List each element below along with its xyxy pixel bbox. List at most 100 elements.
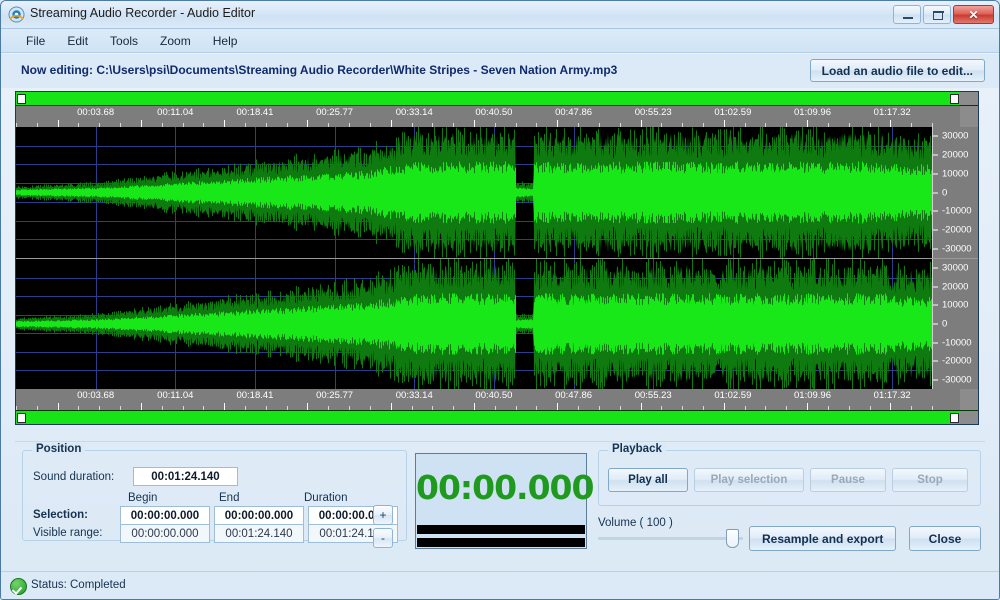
amplitude-tick-label: -30000: [942, 243, 972, 255]
sound-duration-label: Sound duration:: [33, 471, 115, 483]
menu-bar: File Edit Tools Zoom Help: [1, 29, 999, 53]
load-audio-file-button[interactable]: Load an audio file to edit...: [809, 59, 985, 82]
scrollbar-track-bottom[interactable]: [16, 411, 960, 424]
ruler-time-label: 01:02.59: [714, 107, 752, 118]
selection-end-field[interactable]: 00:00:00.000: [214, 506, 304, 525]
status-bar: Status: Completed: [1, 571, 999, 599]
column-header-duration: Duration: [304, 492, 348, 504]
maximize-button[interactable]: [923, 5, 951, 24]
ruler-time-label: 00:25.77: [316, 390, 354, 401]
ruler-major-tick: [557, 403, 559, 410]
ruler-time-label: 00:11.04: [157, 107, 194, 118]
amplitude-tick: [933, 323, 938, 325]
panel-divider: [15, 441, 985, 442]
close-button[interactable]: ✕: [953, 5, 994, 24]
menu-item-help[interactable]: Help: [202, 32, 249, 50]
stop-button[interactable]: Stop: [892, 468, 968, 492]
window-title: Streaming Audio Recorder - Audio Editor: [30, 6, 256, 20]
ruler-time-label: 00:55.23: [634, 107, 672, 118]
scrollbar-endpad-bottom: [960, 411, 978, 424]
column-header-end: End: [219, 492, 240, 504]
amplitude-tick: [933, 304, 938, 306]
ruler-time-label: 00:33.14: [395, 390, 433, 401]
ruler-time-label: 00:40.50: [475, 107, 513, 118]
ruler-pad-top: [960, 106, 978, 127]
column-header-begin: Begin: [128, 492, 158, 504]
ruler-major-tick: [723, 403, 725, 410]
menu-item-edit[interactable]: Edit: [56, 32, 99, 50]
vu-meter-right: [417, 538, 585, 547]
sound-duration-value: 00:01:24.140: [133, 467, 238, 486]
menu-item-zoom[interactable]: Zoom: [149, 32, 202, 50]
ruler-time-label: 01:09.96: [794, 390, 832, 401]
ruler-major-tick: [390, 120, 392, 127]
channel-right[interactable]: 30000 20000 10000 0 -10000 -20000 -30000: [16, 258, 978, 389]
scrollbar-right-grip-bottom[interactable]: [950, 413, 959, 423]
channel-left[interactable]: 30000 20000 10000 0 -10000 -20000 -30000: [16, 127, 978, 258]
resample-and-export-button[interactable]: Resample and export: [749, 526, 897, 551]
ruler-time-label: 00:33.14: [395, 107, 433, 118]
minimize-button[interactable]: [893, 5, 921, 24]
scrollbar-track-top[interactable]: [16, 92, 960, 105]
volume-label: Volume ( 100 ): [598, 517, 673, 529]
ruler-time-label: 00:25.77: [316, 107, 354, 118]
scrollbar-left-grip-top[interactable]: [17, 94, 26, 104]
ruler-pad-bottom: [960, 389, 978, 410]
ruler-major-tick: [307, 403, 309, 410]
amplitude-tick: [933, 154, 938, 156]
ruler-major-tick: [640, 120, 642, 127]
time-ruler-top[interactable]: 00:03.68 00:11.04 00:18.41 00:25.77 00:33.14…: [16, 106, 978, 127]
timer-value: 00:00.000: [416, 468, 594, 507]
menu-item-file[interactable]: File: [15, 32, 56, 50]
zoom-out-button[interactable]: -: [373, 528, 393, 548]
app-icon: [8, 6, 25, 23]
status-text: Status: Completed: [31, 579, 126, 591]
amplitude-axis-right: 30000 20000 10000 0 -10000 -20000 -30000: [932, 259, 978, 389]
amplitude-tick: [933, 360, 938, 362]
ruler-time-label: 00:03.68: [77, 107, 115, 118]
volume-control[interactable]: Volume ( 100 ): [598, 515, 748, 548]
play-selection-button[interactable]: Play selection: [694, 468, 804, 492]
selection-begin-field[interactable]: 00:00:00.000: [120, 506, 210, 525]
now-editing-path: Now editing: C:\Users\psi\Documents\Stre…: [21, 63, 618, 77]
waveform-plot-left[interactable]: [16, 127, 932, 258]
ruler-time-label: 00:18.41: [236, 107, 274, 118]
time-ruler-bottom[interactable]: 00:03.68 00:11.04 00:18.41 00:25.77 00:33.14…: [16, 389, 978, 410]
horizontal-scrollbar-top[interactable]: [16, 92, 978, 106]
waveform-editor[interactable]: 00:03.68 00:11.04 00:18.41 00:25.77 00:33.14…: [15, 91, 979, 425]
menu-item-tools[interactable]: Tools: [99, 32, 149, 50]
waveform-plot-right[interactable]: [16, 259, 932, 389]
ruler-time-label: 00:18.41: [236, 390, 274, 401]
amplitude-tick-label: 0: [942, 187, 948, 198]
scrollbar-right-grip-top[interactable]: [950, 94, 959, 104]
ruler-time-label: 00:47.86: [555, 107, 593, 118]
play-all-button[interactable]: Play all: [608, 468, 688, 492]
amplitude-axis-left: 30000 20000 10000 0 -10000 -20000 -30000: [932, 127, 978, 258]
volume-slider-thumb[interactable]: [726, 529, 739, 548]
pause-button[interactable]: Pause: [810, 468, 886, 492]
close-dialog-button[interactable]: Close: [909, 526, 981, 551]
zoom-in-button[interactable]: +: [373, 505, 393, 525]
scrollbar-left-grip-bottom[interactable]: [17, 413, 26, 423]
horizontal-scrollbar-bottom[interactable]: [16, 410, 978, 424]
visible-begin-field: 00:00:00.000: [120, 524, 210, 543]
ruler-major-tick: [890, 120, 892, 127]
amplitude-tick: [933, 192, 938, 193]
minimize-icon: [903, 17, 913, 19]
ruler-major-tick: [807, 120, 809, 127]
scrollbar-endpad-top: [960, 92, 978, 105]
amplitude-tick-label: 0: [942, 318, 948, 330]
channel-stack: 30000 20000 10000 0 -10000 -20000 -30000 30000…: [16, 127, 978, 389]
visible-end-field: 00:01:24.140: [214, 524, 304, 543]
ruler-major-tick: [224, 120, 226, 127]
volume-slider-track[interactable]: [598, 537, 743, 540]
ruler-time-label: 00:55.23: [634, 390, 672, 401]
ruler-major-tick: [557, 120, 559, 127]
playback-group-label: Playback: [608, 443, 666, 455]
ruler-time-label: 01:17.32: [873, 107, 911, 118]
ruler-major-tick: [140, 403, 142, 410]
playback-timer-display: 00:00.000: [415, 453, 594, 549]
amplitude-tick-label: 30000: [942, 262, 969, 274]
ruler-time-label: 01:17.32: [873, 390, 911, 401]
amplitude-tick: [933, 210, 938, 212]
